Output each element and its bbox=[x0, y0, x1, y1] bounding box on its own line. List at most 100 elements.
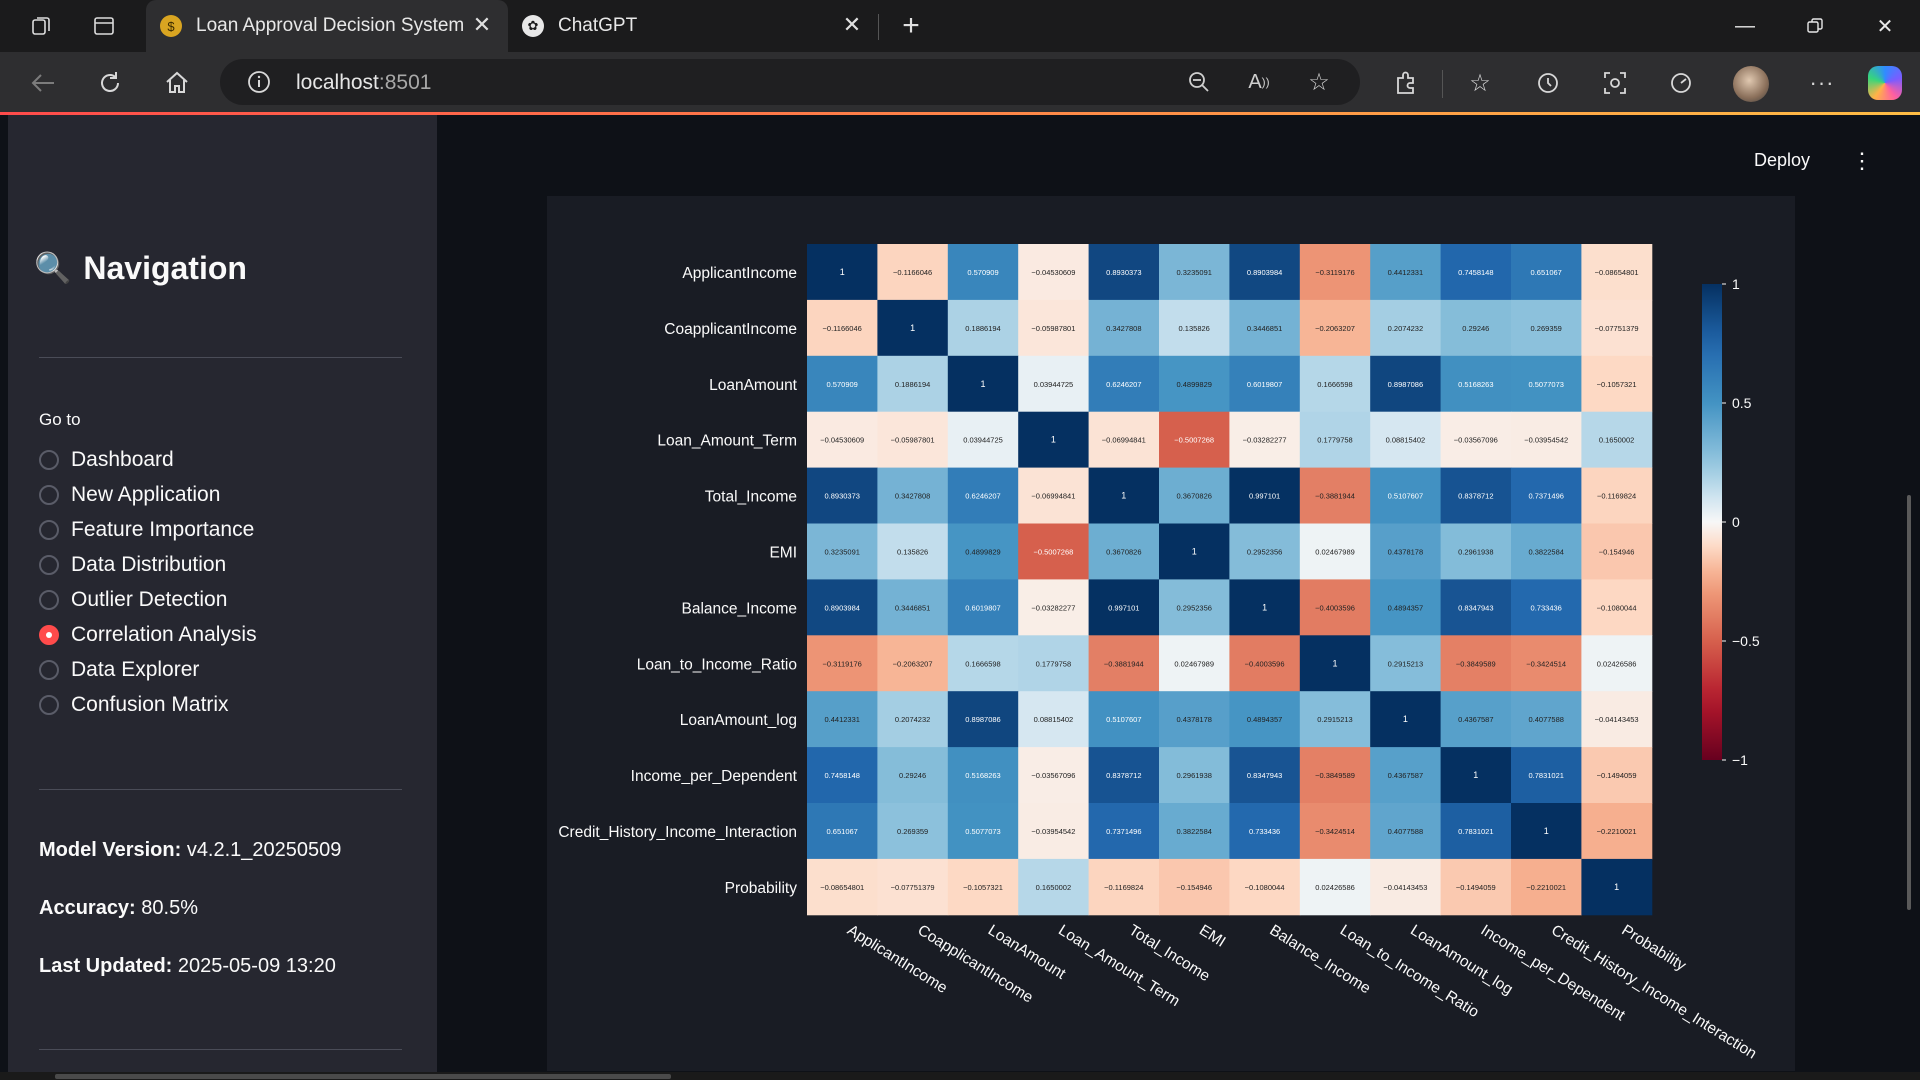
heatmap-column-label: Loan_Amount_Term bbox=[1055, 922, 1182, 1010]
heatmap-cell-value: 0.8347943 bbox=[1458, 603, 1493, 612]
nav-option-new-application[interactable]: New Application bbox=[39, 480, 220, 510]
heatmap-cell-value: 0.2915213 bbox=[1388, 659, 1423, 668]
heatmap-cell-value: −0.04143453 bbox=[1595, 715, 1639, 724]
minimize-icon[interactable]: — bbox=[1725, 8, 1765, 44]
heatmap-cell-value: −0.154946 bbox=[1599, 547, 1635, 556]
heatmap-cell-value: 0.3427808 bbox=[1106, 324, 1141, 333]
favorite-star-icon[interactable]: ☆ bbox=[1304, 67, 1334, 97]
address-bar[interactable]: localhost:8501 A)) ☆ bbox=[220, 59, 1360, 105]
nav-option-correlation-analysis[interactable]: Correlation Analysis bbox=[39, 620, 257, 650]
radio-button[interactable] bbox=[39, 520, 59, 540]
heatmap-cell-value: 0.1666598 bbox=[965, 659, 1000, 668]
nav-option-confusion-matrix[interactable]: Confusion Matrix bbox=[39, 690, 229, 720]
tab-actions-icon[interactable] bbox=[89, 11, 119, 41]
heatmap-cell-value: −0.03954542 bbox=[1524, 436, 1568, 445]
colorbar-tick-label: −0.5 bbox=[1732, 633, 1760, 649]
more-options-icon[interactable]: ··· bbox=[1805, 66, 1839, 100]
nav-option-dashboard[interactable]: Dashboard bbox=[39, 445, 174, 475]
heatmap-cell-value: 0.8930373 bbox=[824, 492, 859, 501]
heatmap-cell-value: −0.2063207 bbox=[1315, 324, 1355, 333]
heatmap-cell-value: 0.4077588 bbox=[1388, 827, 1423, 836]
radio-button[interactable] bbox=[39, 555, 59, 575]
heatmap-cell-value: 0.8378712 bbox=[1106, 771, 1141, 780]
heatmap-cell-value: 0.8903984 bbox=[824, 603, 859, 612]
close-tab-icon[interactable]: ✕ bbox=[470, 12, 494, 37]
heatmap-cell-value: 0.8930373 bbox=[1106, 268, 1141, 277]
model-version-info: Model Version: v4.2.1_20250509 bbox=[39, 839, 341, 862]
url-text[interactable]: localhost:8501 bbox=[296, 71, 431, 95]
heatmap-cell-value: −0.06994841 bbox=[1031, 492, 1075, 501]
main-menu-icon[interactable]: ⋮ bbox=[1851, 146, 1873, 176]
deploy-button[interactable]: Deploy bbox=[1754, 150, 1810, 171]
heatmap-cell-value: −0.1494059 bbox=[1597, 771, 1637, 780]
heatmap-row-label: Loan_to_Income_Ratio bbox=[637, 656, 797, 673]
heatmap-cell-value: 0.3822584 bbox=[1176, 827, 1211, 836]
heatmap-cell-value: −0.04530609 bbox=[1031, 268, 1075, 277]
colorbar-tick-label: 1 bbox=[1732, 276, 1740, 292]
nav-option-data-explorer[interactable]: Data Explorer bbox=[39, 655, 199, 685]
heatmap-cell-value: 0.6019807 bbox=[1247, 380, 1282, 389]
back-icon[interactable] bbox=[26, 66, 60, 100]
screenshot-icon[interactable] bbox=[1598, 66, 1632, 100]
heatmap-row-label: Total_Income bbox=[705, 489, 797, 506]
nav-option-feature-importance[interactable]: Feature Importance bbox=[39, 515, 254, 545]
heatmap-cell-value: −0.1494059 bbox=[1456, 883, 1496, 892]
heatmap-cell-value: 1 bbox=[1051, 435, 1056, 445]
favorites-icon[interactable]: ☆ bbox=[1463, 66, 1497, 100]
restore-icon[interactable] bbox=[1795, 8, 1835, 44]
heatmap-row-label: LoanAmount_log bbox=[680, 712, 797, 729]
heatmap-cell-value: 0.1779758 bbox=[1036, 659, 1071, 668]
heatmap-cell-value: 1 bbox=[840, 267, 845, 277]
main-scrollbar[interactable] bbox=[1907, 495, 1911, 910]
nav-option-outlier-detection[interactable]: Outlier Detection bbox=[39, 585, 227, 615]
close-tab-icon[interactable]: ✕ bbox=[840, 12, 864, 37]
new-tab-plus-icon[interactable]: + bbox=[896, 9, 926, 42]
history-icon[interactable] bbox=[1531, 66, 1565, 100]
heatmap-cell-value: 0.7458148 bbox=[1458, 268, 1493, 277]
refresh-icon[interactable] bbox=[93, 66, 127, 100]
read-aloud-icon[interactable]: A)) bbox=[1244, 67, 1274, 97]
radio-button[interactable] bbox=[39, 695, 59, 715]
heatmap-cell-value: 0.3235091 bbox=[1176, 268, 1211, 277]
close-window-icon[interactable]: ✕ bbox=[1865, 8, 1905, 44]
zoom-out-icon[interactable] bbox=[1184, 67, 1214, 97]
heatmap-cell-value: 0.997101 bbox=[1108, 603, 1139, 612]
copilot-icon[interactable] bbox=[1868, 66, 1902, 100]
heatmap-cell-value: 1 bbox=[1544, 826, 1549, 836]
heatmap-cell-value: −0.03282277 bbox=[1243, 436, 1287, 445]
heatmap-cell-value: 0.5107607 bbox=[1388, 492, 1423, 501]
horizontal-scrollbar[interactable] bbox=[55, 1074, 671, 1079]
heatmap-cell-value: 0.5077073 bbox=[965, 827, 1000, 836]
heatmap-cell-value: 0.570909 bbox=[967, 268, 998, 277]
heatmap-cell-value: 1 bbox=[1332, 658, 1337, 668]
radio-button[interactable] bbox=[39, 590, 59, 610]
heatmap-cell-value: 1 bbox=[1192, 546, 1197, 556]
extensions-icon[interactable] bbox=[1389, 66, 1423, 100]
tab-loan-approval[interactable]: $ Loan Approval Decision System ✕ bbox=[146, 0, 508, 52]
heatmap-column-label: CoapplicantIncome bbox=[914, 922, 1036, 1007]
radio-button[interactable] bbox=[39, 660, 59, 680]
radio-button[interactable] bbox=[39, 485, 59, 505]
heatmap-cell-value: 0.4367587 bbox=[1388, 771, 1423, 780]
heatmap-cell-value: 0.8378712 bbox=[1458, 492, 1493, 501]
profile-avatar[interactable] bbox=[1733, 66, 1769, 102]
heatmap-cell-value: 0.135826 bbox=[897, 547, 928, 556]
heatmap-cell-value: 1 bbox=[1121, 491, 1126, 501]
home-icon[interactable] bbox=[160, 66, 194, 100]
heatmap-cell-value: 0.3446851 bbox=[895, 603, 930, 612]
radio-button-selected[interactable] bbox=[39, 625, 59, 645]
nav-option-data-distribution[interactable]: Data Distribution bbox=[39, 550, 226, 580]
performance-icon[interactable] bbox=[1664, 66, 1698, 100]
heatmap-cell-value: −0.3119176 bbox=[823, 659, 862, 668]
money-bag-icon: $ bbox=[160, 15, 182, 37]
tab-chatgpt[interactable]: ✿ ChatGPT ✕ bbox=[508, 0, 878, 52]
heatmap-cell-value: 0.08815402 bbox=[1034, 715, 1074, 724]
heatmap-cell-value: 0.733436 bbox=[1249, 827, 1280, 836]
workspaces-icon[interactable] bbox=[26, 11, 56, 41]
colorbar-tick-label: −1 bbox=[1732, 752, 1748, 768]
heatmap-cell-value: −0.154946 bbox=[1176, 883, 1212, 892]
site-info-icon[interactable] bbox=[244, 67, 274, 97]
heatmap-cell-value: −0.2210021 bbox=[1526, 883, 1566, 892]
radio-button[interactable] bbox=[39, 450, 59, 470]
heatmap-cell-value: 0.4899829 bbox=[965, 547, 1000, 556]
